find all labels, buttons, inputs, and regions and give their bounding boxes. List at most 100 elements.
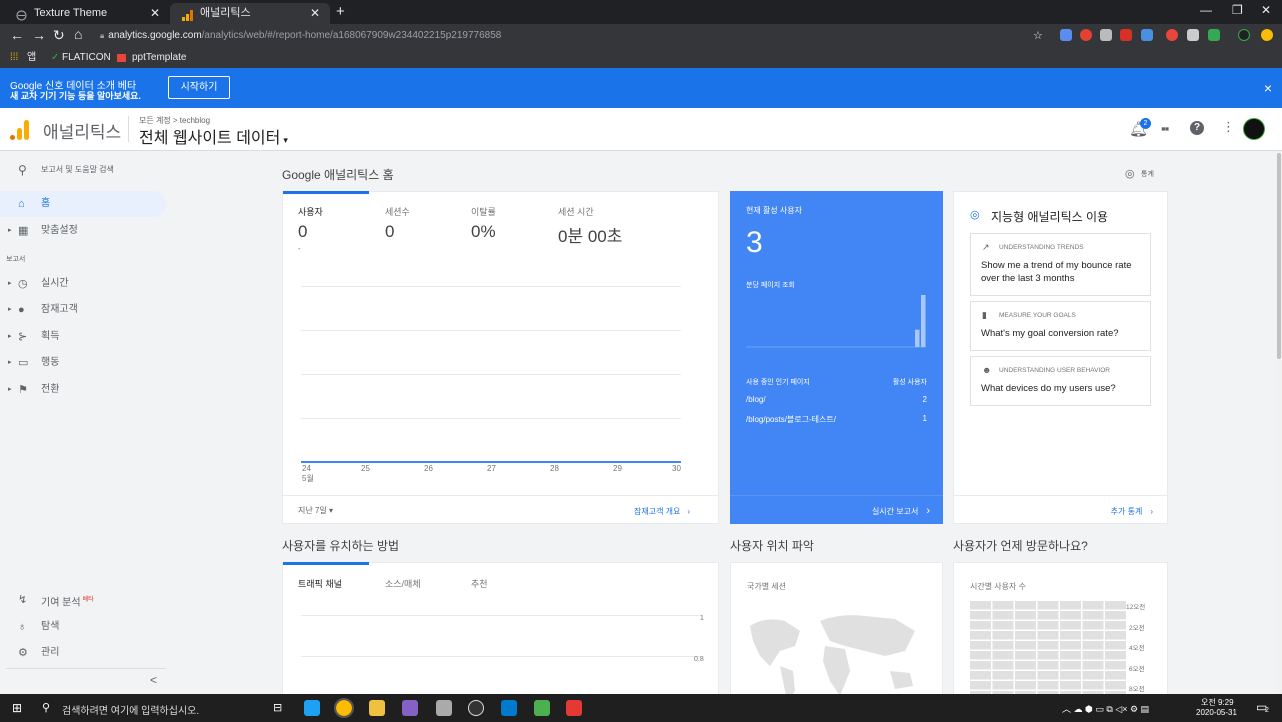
avatar[interactable]: [1243, 118, 1265, 140]
behavior-icon: ▭: [18, 357, 29, 369]
taskbar-search-input[interactable]: 검색하려면 여기에 입력하십시오.: [62, 702, 199, 717]
reload-icon[interactable]: ↻: [53, 27, 65, 44]
date-range-selector[interactable]: 지난 7일 ▾: [298, 505, 333, 516]
sidebar-item-label: 획득: [41, 331, 60, 342]
dashboard-icon: ▦: [18, 225, 29, 237]
collapse-sidebar-button[interactable]: <: [150, 673, 157, 687]
realtime-report-link[interactable]: 실시간 보고서 ›: [872, 505, 930, 517]
heatmap-cell: [992, 611, 1014, 620]
chrome-icon[interactable]: [334, 698, 354, 718]
bookmark-apps[interactable]: 앱: [27, 48, 36, 68]
sidebar-item-realtime[interactable]: ▸ ◷ 실시간: [0, 271, 166, 297]
sidebar-item-discover[interactable]: ♁ 탐색: [0, 614, 166, 640]
insight-category: UNDERSTANDING TRENDS: [999, 244, 1084, 251]
unreal-icon[interactable]: [468, 700, 484, 716]
extension-icon[interactable]: [1261, 29, 1273, 41]
tab-traffic-channel[interactable]: 트래픽 채널: [298, 577, 342, 590]
more-insights-link[interactable]: 추가 통계 ›: [1111, 506, 1153, 517]
sidebar-item-audience[interactable]: ▸ ● 잠재고객: [0, 297, 166, 323]
search-placeholder: 보고서 및 도움말 검색: [41, 165, 114, 174]
extension-icon[interactable]: [1080, 29, 1092, 41]
tab-close-icon[interactable]: ✕: [150, 3, 160, 24]
file-explorer-icon[interactable]: [369, 700, 385, 716]
minimize-icon[interactable]: —: [1200, 3, 1212, 17]
page-scrollbar[interactable]: [1276, 151, 1282, 694]
scrollbar-thumb[interactable]: [1277, 153, 1281, 359]
expand-arrow-icon: ▸: [8, 386, 12, 393]
url-path: /analytics/web/#/report-home/a168067909w…: [201, 30, 502, 41]
metric-value: 0%: [471, 222, 496, 241]
forward-arrow-icon[interactable]: →: [32, 27, 46, 43]
tab-close-icon[interactable]: ✕: [310, 3, 320, 24]
browser-tab-texture-theme[interactable]: Texture Theme ✕: [4, 3, 170, 24]
bookmark-flaticon[interactable]: FLATICON: [62, 48, 111, 68]
app-icon[interactable]: [566, 700, 582, 716]
profile-avatar[interactable]: [1238, 29, 1250, 41]
sidebar-item-home[interactable]: ⌂ 홈: [0, 191, 166, 217]
more-vert-icon[interactable]: ⋮: [1222, 119, 1235, 135]
sidebar-search[interactable]: ⚲ 보고서 및 도움말 검색: [0, 157, 166, 183]
extension-icon[interactable]: [1100, 29, 1112, 41]
expand-arrow-icon: ▸: [8, 280, 12, 287]
extension-icon[interactable]: [1166, 29, 1178, 41]
extension-icon[interactable]: [1208, 29, 1220, 41]
extension-icon[interactable]: [1187, 29, 1199, 41]
audience-overview-link[interactable]: 잠재고객 개요 ›: [634, 506, 690, 517]
windows-start-icon[interactable]: ⊞: [12, 701, 22, 715]
intelligence-card: ◎ 지능형 애널리틱스 이용 ↗ UNDERSTANDING TRENDS Sh…: [953, 191, 1168, 524]
banner-close-icon[interactable]: ×: [1264, 80, 1272, 96]
app-icon[interactable]: [304, 700, 320, 716]
table-header-page: 사용 중인 인기 페이지: [746, 379, 810, 386]
sidebar-item-acquisition[interactable]: ▸ ⊱ 획득: [0, 324, 166, 350]
heatmap-cell: [970, 601, 991, 610]
system-tray-icons[interactable]: ︿ ☁ ⬢ ▭ ⧉ ◁× ⚙ ▤: [1062, 702, 1149, 715]
restore-icon[interactable]: ❐: [1232, 3, 1243, 17]
back-arrow-icon[interactable]: ←: [10, 27, 24, 43]
apps-icon[interactable]: ▪▪: [1161, 121, 1169, 136]
insights-link[interactable]: 통계: [1141, 169, 1154, 179]
chevron-right-icon: ›: [926, 505, 930, 517]
x-tick: 26: [424, 464, 433, 473]
insight-question: What devices do my users use?: [981, 383, 1116, 394]
gridline: [301, 656, 701, 657]
hourly-users-heatmap: [970, 601, 1126, 694]
insights-icon[interactable]: ◎: [1125, 167, 1135, 180]
tab-source-medium[interactable]: 소스/매체: [385, 577, 421, 590]
insight-card[interactable]: ☻ UNDERSTANDING USER BEHAVIOR What devic…: [970, 356, 1151, 406]
app-icon[interactable]: [436, 700, 452, 716]
window-close-icon[interactable]: ✕: [1261, 3, 1271, 17]
tab-referrals[interactable]: 추천: [471, 577, 488, 590]
vscode-icon[interactable]: [501, 700, 517, 716]
heatmap-cell: [1015, 661, 1036, 670]
heatmap-cell: [1037, 621, 1059, 630]
page-path: /blog/posts/블로그-테스트/: [746, 415, 836, 424]
extension-icon[interactable]: [1141, 29, 1153, 41]
gridline: [301, 615, 701, 616]
extension-icon[interactable]: [1060, 29, 1072, 41]
user-behavior-icon: ☻: [982, 365, 992, 375]
bookmark-ppttemplate[interactable]: pptTemplate: [132, 48, 186, 68]
sidebar-item-behavior[interactable]: ▸ ▭ 행동: [0, 350, 166, 376]
sidebar-item-admin[interactable]: ⚙ 관리: [0, 640, 166, 666]
extension-icon[interactable]: [1120, 29, 1132, 41]
app-title: 애널리틱스: [43, 123, 122, 142]
home-icon[interactable]: ⌂: [74, 26, 82, 42]
bookmark-star-icon[interactable]: ☆: [1033, 29, 1043, 42]
new-tab-button[interactable]: +: [336, 3, 345, 20]
app-icon[interactable]: [534, 700, 550, 716]
banner-start-button[interactable]: 시작하기: [168, 76, 230, 99]
view-selector[interactable]: 전체 웹사이트 데이터 ▾: [139, 124, 288, 148]
heatmap-cell: [992, 671, 1014, 680]
analytics-logo-icon: [182, 8, 193, 21]
insight-card[interactable]: ▮ MEASURE YOUR GOALS What's my goal conv…: [970, 301, 1151, 351]
visual-studio-icon[interactable]: [402, 700, 418, 716]
task-view-icon[interactable]: ⊟: [273, 701, 282, 714]
lock-icon: 🔒︎: [100, 31, 105, 40]
sidebar-item-custom[interactable]: ▸ ▦ 맞춤설정: [0, 218, 166, 244]
insight-card[interactable]: ↗ UNDERSTANDING TRENDS Show me a trend o…: [970, 233, 1151, 296]
browser-tab-analytics[interactable]: 애널리틱스 ✕: [170, 3, 330, 24]
sidebar-item-attribution[interactable]: ↯ 기여 분석 베타: [0, 587, 166, 613]
apps-grid-icon[interactable]: ⁞⁞⁞: [10, 48, 18, 68]
sidebar-item-conversions[interactable]: ▸ ⚑ 전환: [0, 377, 166, 403]
help-icon[interactable]: ?: [1190, 121, 1204, 135]
